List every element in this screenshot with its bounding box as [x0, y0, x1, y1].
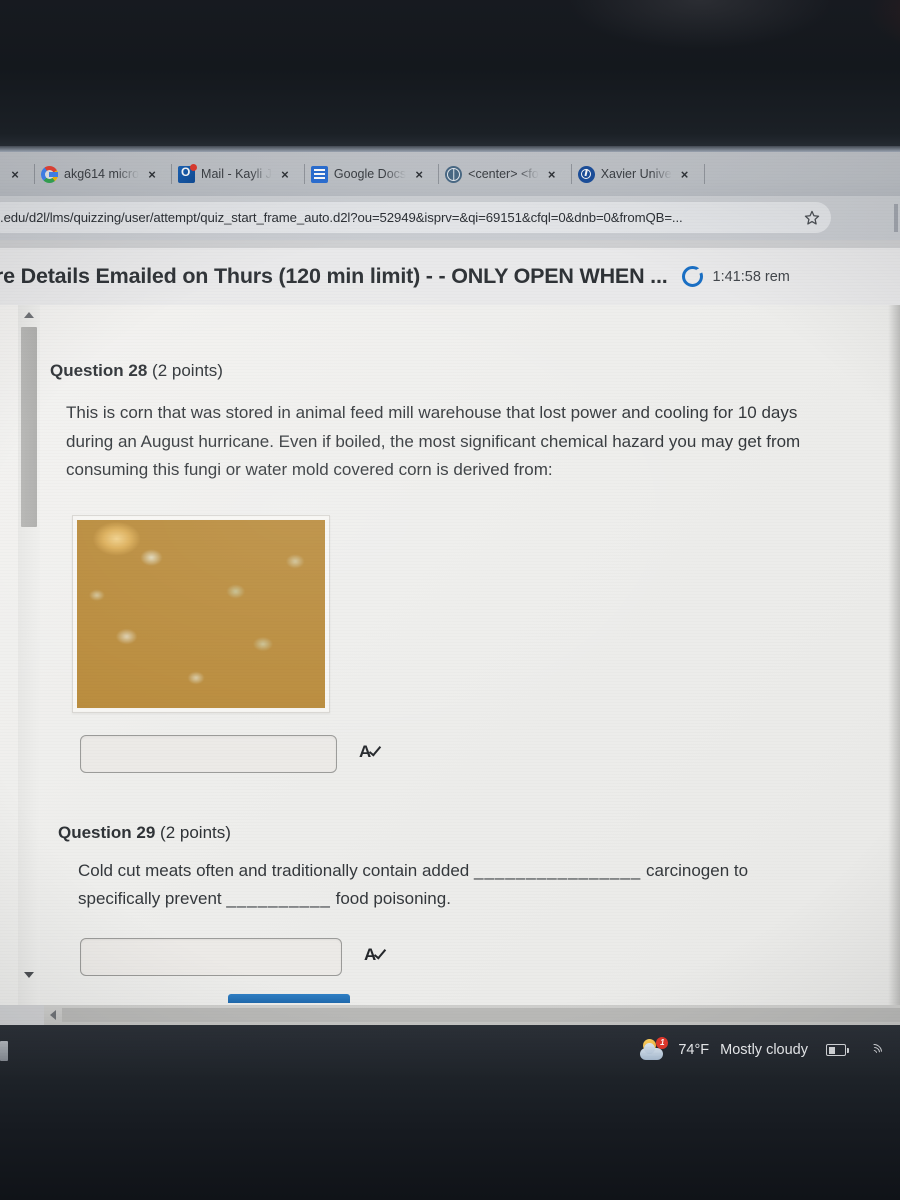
- xavier-university-icon: [577, 165, 595, 183]
- google-docs-icon: [310, 165, 328, 183]
- url-text[interactable]: .edu/d2l/lms/quizzing/user/attempt/quiz_…: [0, 210, 797, 225]
- moldy-corn-kernels-photo: [77, 519, 325, 708]
- browser-tab-0[interactable]: ×: [0, 152, 30, 196]
- vertical-scrollbar-thumb[interactable]: [21, 327, 37, 527]
- tab-close-icon[interactable]: ×: [406, 167, 432, 182]
- question-29-text-part-3: food poisoning.: [330, 889, 451, 908]
- tab-close-icon[interactable]: ×: [272, 167, 298, 182]
- timer-ring-icon: [681, 266, 703, 287]
- question-29-blank-2: __________: [226, 889, 331, 908]
- wifi-icon[interactable]: [862, 1040, 886, 1063]
- tab-close-icon[interactable]: ×: [539, 167, 565, 182]
- questions-container: Question 28 (2 points) This is corn that…: [50, 305, 850, 976]
- question-29: Question 29 (2 points) Cold cut meats of…: [50, 823, 850, 976]
- tab-separator: [171, 164, 173, 184]
- question-28-answer-row: A: [80, 734, 850, 773]
- caret-left-icon[interactable]: [44, 1010, 62, 1020]
- globe-icon: [445, 165, 463, 183]
- question-28-heading: Question 28 (2 points): [50, 361, 850, 381]
- google-icon: [41, 165, 58, 183]
- monitor-screen: × akg614 micro × Mail - Kayli J × Google…: [0, 152, 900, 1075]
- horizontal-scrollbar[interactable]: [44, 1005, 900, 1025]
- tab-separator: [570, 164, 572, 184]
- monitor-photo: × akg614 micro × Mail - Kayli J × Google…: [0, 0, 900, 1200]
- question-28: Question 28 (2 points) This is corn that…: [50, 361, 850, 773]
- spellcheck-a-check-icon[interactable]: A: [364, 944, 390, 970]
- browser-tab-google-docs[interactable]: Google Docs ×: [309, 152, 434, 196]
- tab-label: Google Docs: [333, 167, 407, 181]
- taskbar-system-tray: 1 74°F Mostly cloudy: [639, 1037, 900, 1063]
- question-29-answer-row: A: [80, 937, 850, 976]
- vertical-scrollbar[interactable]: [18, 305, 40, 1005]
- question-29-text: Cold cut meats often and traditionally c…: [78, 857, 818, 914]
- browser-tab-akg614[interactable]: akg614 micro ×: [39, 152, 167, 196]
- question-29-text-part-1: Cold cut meats often and traditionally c…: [78, 860, 474, 880]
- battery-icon[interactable]: [826, 1044, 849, 1056]
- question-28-number: Question 28: [50, 361, 148, 380]
- browser-tab-xavier-university[interactable]: Xavier Unive ×: [576, 152, 700, 196]
- question-29-points: (2 points): [160, 822, 231, 842]
- star-icon[interactable]: [803, 209, 821, 227]
- browser-tab-center-fo[interactable]: <center> <fo ×: [443, 152, 567, 196]
- sun-behind-cloud-icon: 1: [639, 1037, 669, 1061]
- tab-close-icon[interactable]: ×: [139, 167, 165, 182]
- tab-separator: [438, 164, 440, 184]
- weather-condition: Mostly cloudy: [720, 1042, 808, 1058]
- outlook-icon: [178, 163, 198, 183]
- question-29-heading: Question 29 (2 points): [58, 823, 850, 843]
- quiz-title: ore Details Emailed on Thurs (120 min li…: [0, 264, 668, 288]
- question-29-blank-1: ________________: [473, 860, 642, 880]
- question-29-number: Question 29: [58, 822, 156, 842]
- tab-label: <center> <fo: [468, 167, 539, 181]
- question-28-text: This is corn that was stored in animal f…: [66, 403, 801, 479]
- quiz-header-bar: ore Details Emailed on Thurs (120 min li…: [0, 248, 900, 305]
- quiz-timer: 1:41:58 rem: [681, 266, 790, 287]
- caret-up-icon[interactable]: [18, 307, 40, 323]
- question-28-image: [72, 514, 330, 713]
- weather-temperature: 74°F: [678, 1042, 710, 1058]
- submit-quiz-button-partial[interactable]: [228, 994, 350, 1003]
- room-background-bottom: [0, 1075, 900, 1200]
- tab-label: akg614 micro: [64, 167, 140, 181]
- tab-separator: [303, 164, 305, 184]
- question-28-answer-input[interactable]: [80, 734, 337, 773]
- browser-toolbar: .edu/d2l/lms/quizzing/user/attempt/quiz_…: [0, 196, 900, 240]
- windows-taskbar: 1 74°F Mostly cloudy: [0, 1025, 900, 1075]
- address-bar[interactable]: .edu/d2l/lms/quizzing/user/attempt/quiz_…: [0, 202, 831, 233]
- spellcheck-a-check-icon[interactable]: A: [359, 741, 385, 767]
- timer-text: 1:41:58 rem: [712, 268, 790, 285]
- tab-separator: [34, 164, 35, 184]
- tab-close-icon[interactable]: ×: [672, 167, 698, 182]
- tab-label: Xavier Unive: [600, 167, 672, 181]
- room-background-top: [0, 0, 900, 152]
- question-29-answer-input[interactable]: [80, 937, 342, 976]
- browser-tab-strip: × akg614 micro × Mail - Kayli J × Google…: [0, 152, 900, 196]
- content-right-gutter: [888, 305, 900, 1005]
- caret-down-icon[interactable]: [18, 967, 40, 983]
- tab-close-icon[interactable]: ×: [2, 167, 28, 182]
- horizontal-scrollbar-thumb[interactable]: [62, 1008, 900, 1022]
- quiz-content-area: Question 28 (2 points) This is corn that…: [0, 305, 900, 1005]
- weather-badge-count: 1: [656, 1037, 669, 1049]
- tab-separator: [703, 164, 705, 184]
- question-28-points: (2 points): [152, 361, 223, 380]
- browser-tab-mail[interactable]: Mail - Kayli J ×: [176, 152, 300, 196]
- tab-label: Mail - Kayli J: [201, 167, 272, 181]
- taskbar-left-icons[interactable]: [0, 1025, 16, 1075]
- browser-window-edge: [894, 204, 898, 232]
- weather-widget[interactable]: 1 74°F Mostly cloudy: [639, 1037, 808, 1061]
